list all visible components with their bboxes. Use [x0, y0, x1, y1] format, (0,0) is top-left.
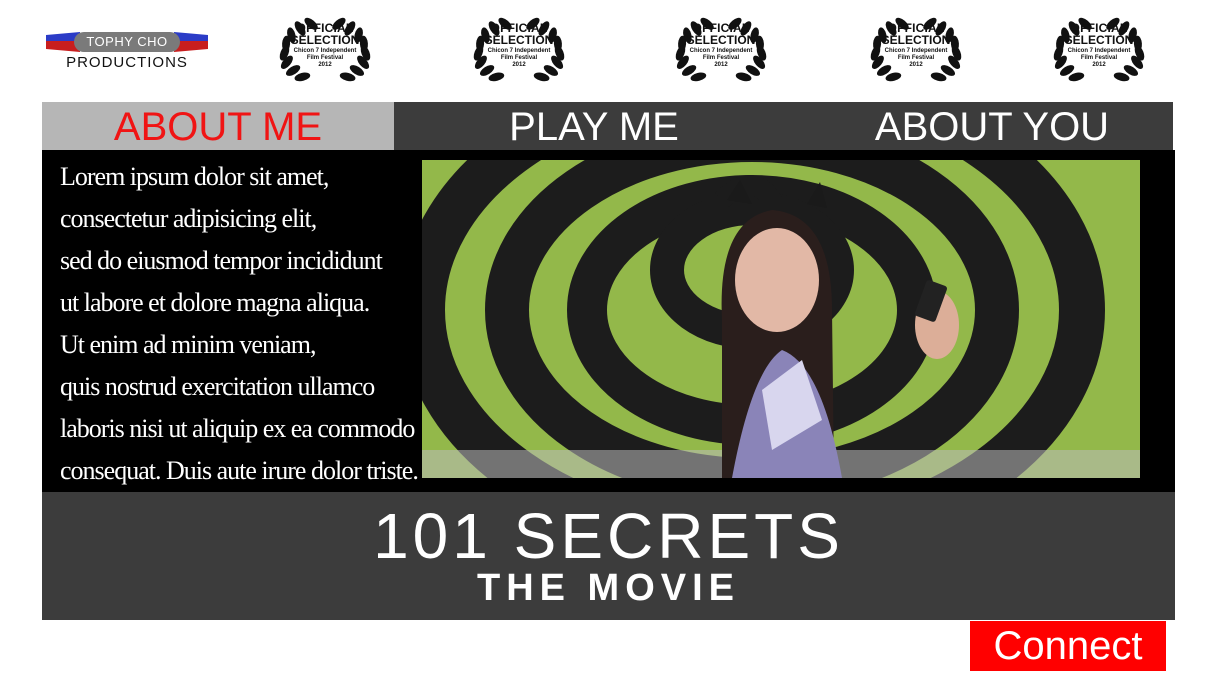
main-nav: ABOUT ME PLAY ME ABOUT YOU: [42, 102, 1173, 150]
body-line: ut labore et dolore magna aliqua.: [60, 288, 370, 317]
logo-badge: TOPHY CHO: [46, 32, 208, 52]
body-text: Lorem ipsum dolor sit amet, consectetur …: [60, 156, 420, 492]
laurel-line2: SELECTION: [686, 33, 756, 47]
laurel-text: OFFICIAL SELECTION Chicon 7 Independent Fil…: [476, 22, 562, 69]
video-still[interactable]: [422, 160, 1140, 478]
laurel-festival: Chicon 7 Independent: [884, 48, 948, 54]
body-line: Ut enim ad minim veniam,: [60, 330, 316, 359]
laurel-festival2: Film Festival: [702, 55, 740, 61]
laurel-text: OFFICIAL SELECTION Chicon 7 Independent Fil…: [873, 22, 959, 69]
laurel-line2: SELECTION: [1064, 33, 1134, 47]
official-selection-laurel: OFFICIAL SELECTION Chicon 7 Independent Fil…: [448, 12, 590, 88]
video-image: [422, 160, 1140, 478]
body-line: quis nostrud exercitation ullamco: [60, 372, 375, 401]
movie-subtitle: THE MOVIE: [476, 567, 741, 609]
laurel-festival2: Film Festival: [897, 55, 935, 61]
laurel-line2: SELECTION: [881, 33, 951, 47]
laurel-text: OFFICIAL SELECTION Chicon 7 Independent Fil…: [1056, 22, 1142, 69]
movie-title: 101 SECRETS: [373, 500, 844, 572]
connect-button[interactable]: Connect: [970, 621, 1166, 671]
content-panel: Lorem ipsum dolor sit amet, consectetur …: [42, 150, 1175, 492]
laurel-year: 2012: [318, 62, 332, 68]
body-line: Lorem ipsum dolor sit amet,: [60, 162, 329, 191]
laurel-year: 2012: [512, 62, 526, 68]
laurel-festival2: Film Festival: [1080, 55, 1118, 61]
movie-title-banner: 101 SECRETS THE MOVIE: [42, 492, 1175, 620]
laurel-festival: Chicon 7 Independent: [1067, 48, 1131, 54]
laurel-festival: Chicon 7 Independent: [487, 48, 551, 54]
body-line: consectetur adipisicing elit,: [60, 204, 317, 233]
official-selection-laurel: OFFICIAL SELECTION Chicon 7 Independent Fil…: [254, 12, 396, 88]
official-selection-laurel: OFFICIAL SELECTION Chicon 7 Independent Fil…: [650, 12, 792, 88]
body-line: consequat. Duis aute irure dolor triste.: [60, 456, 419, 485]
nav-play-me[interactable]: PLAY ME: [474, 102, 714, 150]
laurel-festival: Chicon 7 Independent: [689, 48, 753, 54]
laurel-festival2: Film Festival: [306, 55, 344, 61]
laurel-line2: SELECTION: [290, 33, 360, 47]
official-selection-laurel: OFFICIAL SELECTION Chicon 7 Independent Fil…: [845, 12, 987, 88]
laurel-line2: SELECTION: [484, 33, 554, 47]
nav-about-me[interactable]: ABOUT ME: [42, 102, 394, 150]
body-line: sed do eiusmod tempor incididunt: [60, 246, 383, 275]
laurel-year: 2012: [1092, 62, 1106, 68]
laurel-year: 2012: [909, 62, 923, 68]
nav-about-you[interactable]: ABOUT YOU: [852, 102, 1132, 150]
laurel-year: 2012: [714, 62, 728, 68]
laurel-text: OFFICIAL SELECTION Chicon 7 Independent Fil…: [678, 22, 764, 69]
production-logo: TOPHY CHO PRODUCTIONS: [46, 28, 208, 74]
body-line: laboris nisi ut aliquip ex ea commodo: [60, 414, 415, 443]
logo-bottom-text: PRODUCTIONS: [66, 54, 188, 71]
logo-top-text: TOPHY CHO: [74, 32, 180, 52]
laurel-festival: Chicon 7 Independent: [293, 48, 357, 54]
official-selection-laurel: OFFICIAL SELECTION Chicon 7 Independent Fil…: [1028, 12, 1170, 88]
laurel-festival2: Film Festival: [500, 55, 538, 61]
laurel-text: OFFICIAL SELECTION Chicon 7 Independent Fil…: [282, 22, 368, 69]
